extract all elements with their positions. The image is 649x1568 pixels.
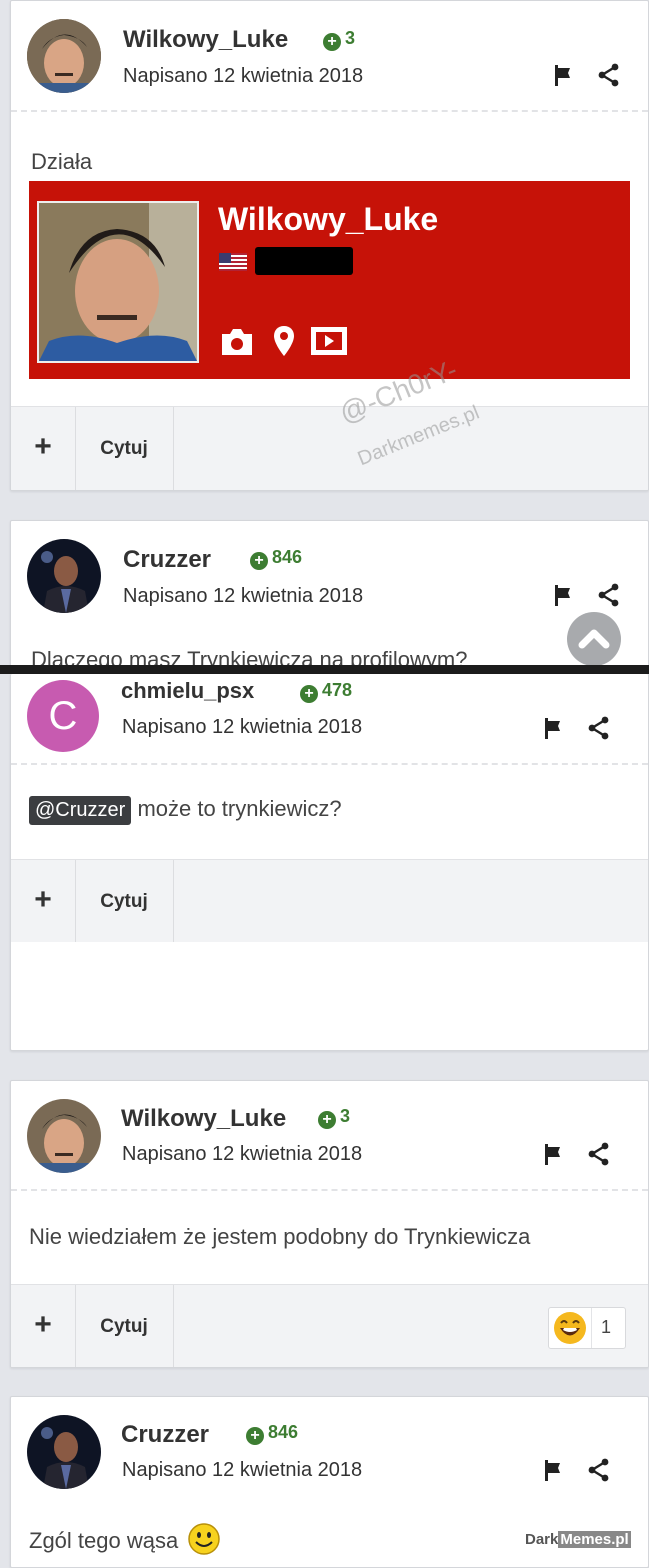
reaction-badge[interactable]: 1 bbox=[548, 1307, 626, 1349]
profile-banner: Wilkowy_Luke bbox=[29, 181, 630, 379]
share-icon[interactable] bbox=[587, 716, 611, 740]
post-card: Cruzzer +846 Napisano 12 kwietnia 2018 D… bbox=[10, 520, 649, 668]
plus-circle-icon: + bbox=[300, 685, 318, 703]
divider bbox=[11, 110, 648, 112]
reputation-badge: +3 bbox=[323, 28, 355, 51]
plus-circle-icon: + bbox=[318, 1111, 336, 1129]
plus-circle-icon: + bbox=[323, 33, 341, 51]
screenshot-separator bbox=[0, 665, 649, 674]
author-name[interactable]: chmielu_psx bbox=[121, 678, 254, 704]
author-name[interactable]: Wilkowy_Luke bbox=[121, 1105, 286, 1133]
avatar[interactable] bbox=[27, 19, 101, 93]
post-card: C chmielu_psx +478 Napisano 12 kwietnia … bbox=[10, 674, 649, 1051]
post-text: może to trynkiewicz? bbox=[137, 796, 342, 821]
post-card: Wilkowy_Luke +3 Napisano 12 kwietnia 201… bbox=[10, 0, 649, 491]
camera-icon[interactable] bbox=[219, 327, 255, 357]
reputation-badge: +846 bbox=[250, 547, 302, 570]
post-card: Wilkowy_Luke +3 Napisano 12 kwietnia 201… bbox=[10, 1080, 649, 1368]
flag-icon[interactable] bbox=[542, 1142, 566, 1166]
post-toolbar: + Cytuj 1 bbox=[11, 1284, 648, 1367]
flag-icon[interactable] bbox=[552, 583, 576, 607]
post-content: Działa bbox=[31, 149, 93, 174]
divider bbox=[11, 763, 648, 765]
reaction-divider bbox=[591, 1308, 592, 1348]
author-name[interactable]: Cruzzer bbox=[123, 546, 211, 574]
add-button[interactable]: + bbox=[11, 1285, 76, 1367]
post-date: Napisano 12 kwietnia 2018 bbox=[122, 716, 363, 738]
post-date: Napisano 12 kwietnia 2018 bbox=[122, 1459, 363, 1481]
post-toolbar: + Cytuj bbox=[11, 859, 648, 942]
banner-photo bbox=[37, 201, 199, 363]
corner-watermark: Dark Memes.pl bbox=[525, 1531, 631, 1548]
share-icon[interactable] bbox=[597, 583, 621, 607]
share-icon[interactable] bbox=[587, 1458, 611, 1482]
watermark-dark: Dark bbox=[525, 1531, 559, 1548]
reputation-count: 3 bbox=[340, 1106, 351, 1126]
post-date: Napisano 12 kwietnia 2018 bbox=[123, 65, 364, 87]
post-text: Zgól tego wąsa bbox=[29, 1528, 179, 1553]
plus-circle-icon: + bbox=[246, 1427, 264, 1445]
quote-button[interactable]: Cytuj bbox=[75, 407, 174, 490]
post-content: Zgól tego wąsa bbox=[29, 1523, 221, 1555]
flag-icon[interactable] bbox=[542, 1458, 566, 1482]
avatar-letter: C bbox=[48, 694, 78, 738]
post-date: Napisano 12 kwietnia 2018 bbox=[122, 1143, 363, 1165]
reputation-count: 846 bbox=[268, 1422, 299, 1442]
reputation-count: 478 bbox=[322, 680, 353, 700]
banner-username: Wilkowy_Luke bbox=[218, 201, 439, 237]
avatar[interactable] bbox=[27, 1415, 101, 1489]
reputation-badge: +478 bbox=[300, 680, 352, 703]
reputation-badge: +3 bbox=[318, 1106, 350, 1129]
quote-button[interactable]: Cytuj bbox=[75, 1285, 174, 1367]
post-content: Nie wiedziałem że jestem podobny do Tryn… bbox=[29, 1224, 531, 1249]
author-name[interactable]: Wilkowy_Luke bbox=[123, 26, 288, 54]
scroll-up-icon bbox=[578, 629, 610, 649]
reputation-count: 3 bbox=[345, 28, 356, 48]
reputation-count: 846 bbox=[272, 547, 303, 567]
author-name[interactable]: Cruzzer bbox=[121, 1421, 209, 1449]
add-button[interactable]: + bbox=[11, 860, 76, 942]
reputation-badge: +846 bbox=[246, 1422, 298, 1445]
share-icon[interactable] bbox=[597, 63, 621, 87]
quote-button[interactable]: Cytuj bbox=[75, 860, 174, 942]
post-content: @Cruzzer może to trynkiewicz? bbox=[29, 796, 342, 825]
avatar[interactable] bbox=[27, 1099, 101, 1173]
avatar[interactable] bbox=[27, 539, 101, 613]
flag-icon[interactable] bbox=[552, 63, 576, 87]
add-button[interactable]: + bbox=[11, 407, 76, 490]
post-toolbar: + Cytuj bbox=[11, 406, 648, 490]
watermark-memes: Memes.pl bbox=[558, 1531, 631, 1548]
flag-icon[interactable] bbox=[542, 716, 566, 740]
avatar[interactable]: C bbox=[27, 680, 99, 752]
reaction-count: 1 bbox=[601, 1317, 612, 1337]
scroll-up-button[interactable] bbox=[567, 612, 621, 666]
video-icon[interactable] bbox=[310, 326, 348, 356]
map-pin-icon[interactable] bbox=[273, 325, 295, 357]
laughing-emoji-icon bbox=[554, 1312, 586, 1344]
share-icon[interactable] bbox=[587, 1142, 611, 1166]
plus-circle-icon: + bbox=[250, 552, 268, 570]
smiley-emoji-icon bbox=[188, 1523, 221, 1555]
post-date: Napisano 12 kwietnia 2018 bbox=[123, 585, 364, 607]
redacted-bar bbox=[255, 247, 353, 275]
us-flag-icon bbox=[219, 253, 247, 271]
divider bbox=[11, 1189, 648, 1191]
mention-tag[interactable]: @Cruzzer bbox=[29, 796, 132, 825]
